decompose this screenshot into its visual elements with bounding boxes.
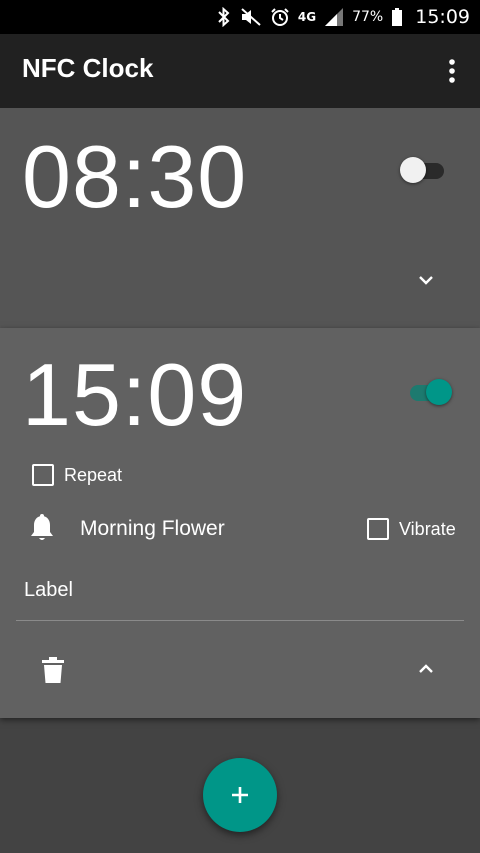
trash-icon[interactable] (42, 657, 64, 683)
alarm-card-collapsed[interactable]: 08:30 (0, 108, 480, 328)
chevron-up-icon (419, 664, 433, 673)
alarm-time[interactable]: 08:30 (22, 133, 247, 221)
vibrate-checkbox[interactable] (367, 518, 389, 540)
bluetooth-icon (218, 7, 230, 27)
overflow-menu-button[interactable] (440, 56, 464, 86)
alarm-card-expanded[interactable]: 15:09 Repeat Morning Flower Vibrate Labe… (0, 328, 480, 718)
alarm-toggle[interactable] (404, 377, 454, 407)
signal-icon (325, 8, 344, 26)
alarm-time[interactable]: 15:09 (22, 351, 247, 439)
vibrate-label: Vibrate (399, 519, 456, 539)
expand-button[interactable] (414, 268, 438, 292)
battery-percent: 77% (352, 9, 384, 25)
network-type: 4G (297, 10, 317, 24)
overflow-menu-icon (449, 59, 455, 83)
status-time: 15:09 (415, 6, 470, 28)
bell-icon[interactable] (29, 514, 55, 542)
alarm-toggle[interactable] (398, 155, 448, 185)
label-field[interactable]: Label (24, 579, 73, 602)
add-alarm-button[interactable] (203, 758, 277, 832)
divider (16, 620, 464, 621)
ringtone-name[interactable]: Morning Flower (80, 517, 225, 541)
chevron-down-icon (419, 276, 433, 285)
battery-icon (392, 8, 403, 26)
app-title: NFC Clock (22, 53, 154, 83)
mute-icon (241, 8, 261, 26)
app-bar: NFC Clock (0, 34, 480, 108)
alarm-icon (271, 8, 289, 26)
repeat-checkbox[interactable] (32, 464, 54, 486)
collapse-button[interactable] (414, 657, 438, 681)
status-bar: 4G 77% 15:09 (0, 0, 480, 34)
add-icon (232, 787, 248, 803)
repeat-label: Repeat (64, 465, 123, 485)
